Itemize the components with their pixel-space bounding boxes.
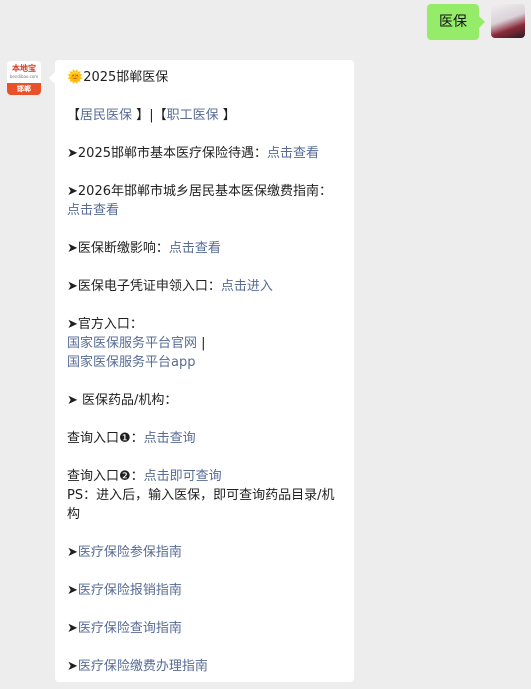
link-payment-guide[interactable]: 点击查看 bbox=[67, 203, 119, 218]
bot-avatar-site: bendibao.com bbox=[9, 74, 39, 79]
link-query-1[interactable]: 点击查询 bbox=[144, 431, 196, 446]
link-lapse-impact[interactable]: 点击查看 bbox=[169, 241, 221, 256]
link-official-app[interactable]: 国家医保服务平台app bbox=[67, 355, 195, 370]
message-title: 🌞2025邯郸医保 bbox=[67, 68, 342, 87]
arrow-icon: ➤ bbox=[67, 545, 78, 560]
guide-query: ➤医疗保险查询指南 bbox=[67, 619, 342, 638]
link-guide-enroll[interactable]: 医疗保险参保指南 bbox=[78, 545, 182, 560]
guide-enroll: ➤医疗保险参保指南 bbox=[67, 543, 342, 562]
item-text: 医保断缴影响： bbox=[77, 241, 169, 256]
item-benefits: ➤2025邯郸市基本医疗保险待遇：点击查看 bbox=[67, 144, 342, 163]
bot-avatar-brand: 本地宝 bbox=[12, 64, 36, 73]
item-text: 查询入口❶： bbox=[67, 431, 144, 446]
title-text: 2025邯郸医保 bbox=[83, 70, 169, 85]
query-entry-2: 查询入口❷：点击即可查询 PS：进入后，输入医保，即可查询药品目录/机构 bbox=[67, 467, 342, 524]
item-drugs: ➤ 医保药品/机构： bbox=[67, 391, 342, 410]
bracket: 【 bbox=[153, 108, 167, 123]
link-employee-insurance[interactable]: 职工医保 bbox=[167, 108, 219, 123]
item-text: 医保药品/机构： bbox=[77, 393, 178, 408]
arrow-icon: ➤ bbox=[67, 184, 78, 199]
link-resident-insurance[interactable]: 居民医保 bbox=[80, 108, 132, 123]
arrow-icon: ➤ bbox=[67, 241, 78, 256]
separator: | bbox=[197, 336, 206, 351]
user-avatar[interactable] bbox=[491, 4, 525, 38]
sun-icon: 🌞 bbox=[67, 70, 84, 85]
item-text: 2025邯郸市基本医疗保险待遇： bbox=[77, 146, 267, 161]
user-message-bubble[interactable]: 医保 bbox=[427, 4, 485, 40]
arrow-icon: ➤ bbox=[67, 659, 78, 674]
arrow-icon: ➤ bbox=[67, 621, 78, 636]
item-text: 官方入口： bbox=[77, 317, 143, 332]
item-e-voucher: ➤医保电子凭证申领入口：点击进入 bbox=[67, 277, 342, 296]
arrow-icon: ➤ bbox=[67, 393, 78, 408]
link-query-2[interactable]: 点击即可查询 bbox=[144, 469, 222, 484]
arrow-icon: ➤ bbox=[67, 279, 78, 294]
bracket: 】 bbox=[136, 108, 150, 123]
item-text: 2026年邯郸市城乡居民基本医保缴费指南： bbox=[77, 184, 332, 199]
bot-avatar-city: 邯郸 bbox=[7, 83, 41, 95]
item-lapse-impact: ➤医保断缴影响：点击查看 bbox=[67, 239, 342, 258]
item-text: 医保电子凭证申领入口： bbox=[77, 279, 221, 294]
link-guide-query[interactable]: 医疗保险查询指南 bbox=[78, 621, 182, 636]
arrow-icon: ➤ bbox=[67, 146, 78, 161]
item-official: ➤官方入口： 国家医保服务平台官网 | 国家医保服务平台app bbox=[67, 315, 342, 372]
item-text: 查询入口❷： bbox=[67, 469, 144, 484]
link-official-website[interactable]: 国家医保服务平台官网 bbox=[67, 336, 197, 351]
link-guide-payment[interactable]: 医疗保险缴费办理指南 bbox=[78, 659, 208, 674]
guide-reimburse: ➤医疗保险报销指南 bbox=[67, 581, 342, 600]
item-payment-guide: ➤2026年邯郸市城乡居民基本医保缴费指南： 点击查看 bbox=[67, 182, 342, 220]
bracket: 【 bbox=[67, 108, 81, 123]
arrow-icon: ➤ bbox=[67, 583, 78, 598]
link-e-voucher[interactable]: 点击进入 bbox=[221, 279, 273, 294]
query-entry-1: 查询入口❶：点击查询 bbox=[67, 429, 342, 448]
bot-message-bubble: 🌞2025邯郸医保 【居民医保 】|【职工医保 】 ➤2025邯郸市基本医疗保险… bbox=[49, 60, 354, 682]
bracket: 】 bbox=[222, 108, 236, 123]
ps-note: PS：进入后，输入医保，即可查询药品目录/机构 bbox=[67, 488, 335, 522]
user-message-row: 医保 bbox=[427, 4, 525, 40]
link-guide-reimburse[interactable]: 医疗保险报销指南 bbox=[78, 583, 182, 598]
tab-links: 【居民医保 】|【职工医保 】 bbox=[67, 106, 342, 125]
guide-payment: ➤医疗保险缴费办理指南 bbox=[67, 657, 342, 676]
bot-avatar[interactable]: 本地宝 bendibao.com 邯郸 bbox=[7, 61, 41, 95]
link-benefits[interactable]: 点击查看 bbox=[267, 146, 319, 161]
arrow-icon: ➤ bbox=[67, 317, 78, 332]
